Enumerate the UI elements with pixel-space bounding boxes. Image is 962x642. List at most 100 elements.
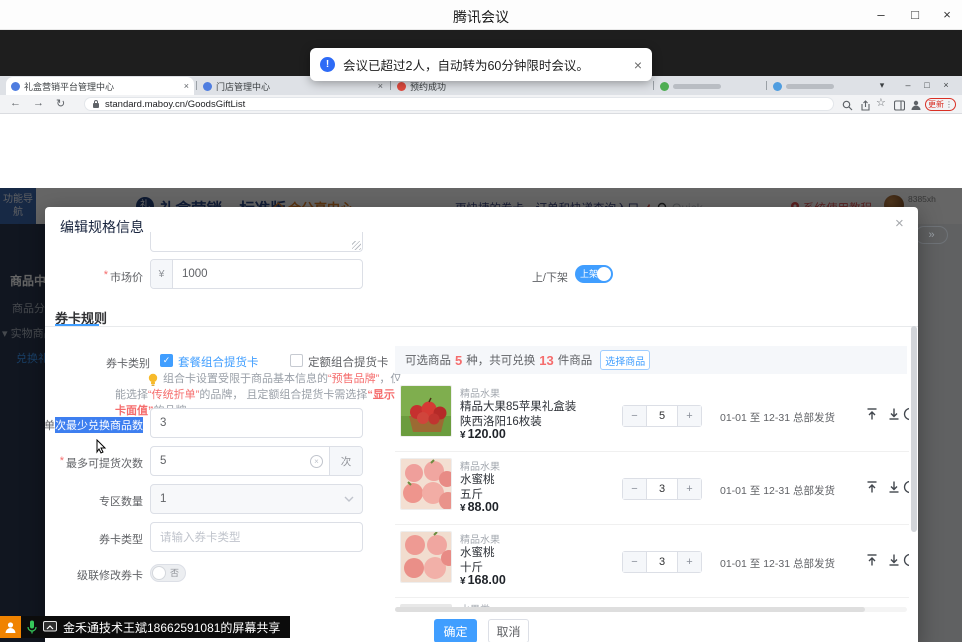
currency-symbol: ¥	[460, 576, 466, 587]
zone-count-label: 专区数量	[45, 493, 143, 509]
move-to-top-icon[interactable]	[865, 480, 879, 494]
minus-button[interactable]: −	[623, 479, 646, 499]
max-pick-field[interactable]: 5 × 次	[150, 446, 363, 476]
currency-symbol: ¥	[460, 503, 466, 514]
dialog-close-icon[interactable]: ×	[895, 215, 904, 232]
plus-button[interactable]: +	[678, 406, 701, 426]
update-label: 更新	[928, 99, 944, 110]
tab-divider	[45, 326, 918, 327]
window-minimize-icon[interactable]: –	[866, 0, 896, 30]
browser-close-icon[interactable]: ×	[938, 78, 954, 93]
pool-items-count: 13	[539, 353, 553, 368]
browser-window: 礼盒营销平台管理中心 × 门店管理中心 × 预约成功	[0, 76, 962, 610]
confirm-button[interactable]: 确定	[434, 619, 477, 642]
tab-favicon	[397, 82, 406, 91]
move-to-bottom-icon[interactable]	[887, 480, 901, 494]
clock-icon[interactable]	[903, 480, 909, 494]
checkbox-combo-card-label[interactable]: 套餐组合提货卡	[178, 354, 259, 370]
double-chevron-icon: »	[928, 229, 934, 241]
tab-search-chevron-icon[interactable]: ▾	[874, 78, 890, 93]
zoom-icon[interactable]	[842, 98, 856, 111]
meeting-notification: ! 会议已超过2人，自动转为60分钟限时会议。 ×	[310, 48, 652, 81]
quantity-value[interactable]: 3	[646, 479, 678, 499]
toggle-knob	[597, 267, 611, 281]
select-goods-button[interactable]: 选择商品	[600, 350, 650, 370]
card-type-field[interactable]: 请输入券卡类型	[150, 522, 363, 552]
move-to-bottom-icon[interactable]	[887, 407, 901, 421]
checkbox-combo-card-checked[interactable]: ✓	[160, 354, 173, 367]
notification-text: 会议已超过2人，自动转为60分钟限时会议。	[343, 55, 628, 74]
label-text: 市场价	[110, 269, 143, 285]
currency-prefix: ¥	[151, 260, 173, 288]
back-icon[interactable]: ←	[10, 97, 21, 109]
forward-icon[interactable]: →	[33, 97, 44, 109]
scrollbar-thumb[interactable]	[395, 607, 865, 612]
browser-toolbar: ← → ↻ standard.maboy.cn/GoodsGiftList ☆ …	[0, 95, 962, 114]
tab-favicon	[773, 82, 782, 91]
plus-button[interactable]: +	[678, 552, 701, 572]
dialog-scrollbar-thumb[interactable]	[911, 326, 917, 532]
move-to-bottom-icon[interactable]	[887, 553, 901, 567]
product-name: 水蜜桃	[460, 544, 495, 560]
product-row: 精品水果 精品大果85苹果礼盒装 陕西洛阳16枚装 ¥120.00 − 5 + …	[395, 381, 909, 452]
market-price-field[interactable]: ¥ 1000	[150, 259, 363, 289]
share-status: 金禾通技术王斌18662591081的屏幕共享	[21, 616, 290, 638]
move-to-top-icon[interactable]	[865, 407, 879, 421]
notification-close-icon[interactable]: ×	[634, 57, 642, 73]
browser-tab-4[interactable]	[655, 77, 760, 95]
toggle-knob	[152, 566, 166, 580]
tab-close-icon[interactable]: ×	[378, 81, 383, 91]
meeting-titlebar: 腾讯会议 – □ ×	[0, 0, 962, 30]
chevron-down-icon	[344, 496, 354, 502]
share-icon[interactable]	[860, 98, 874, 111]
zone-count-select[interactable]: 1	[150, 484, 363, 514]
bookmark-star-icon[interactable]: ☆	[876, 96, 890, 109]
plus-button[interactable]: +	[678, 479, 701, 499]
cascade-toggle[interactable]: 否	[150, 564, 186, 582]
screen-share-bar: 金禾通技术王斌18662591081的屏幕共享	[0, 616, 290, 638]
ship-source: 总部发货	[793, 483, 835, 498]
product-row: 精品水果 水蜜桃 五斤 ¥88.00 − 3 + 01-01 至 12-31 总…	[395, 454, 909, 525]
description-textarea-partial[interactable]	[150, 232, 363, 252]
clear-input-icon[interactable]: ×	[310, 455, 323, 468]
min-exchange-field[interactable]: 3	[150, 408, 363, 438]
clock-icon[interactable]	[903, 407, 909, 421]
reload-icon[interactable]: ↻	[56, 97, 65, 110]
tab-favicon	[203, 82, 212, 91]
shelf-label: 上/下架	[503, 269, 568, 285]
resize-grip-icon[interactable]	[352, 241, 361, 250]
quantity-value[interactable]: 5	[646, 406, 678, 426]
clock-icon[interactable]	[903, 553, 909, 567]
admin-page: 礼 礼盒营销 – 标准版 合分享中心 更快捷的券卡、订单和快递查询入口 Quic…	[0, 188, 962, 642]
browser-tab-5[interactable]	[768, 77, 868, 95]
label-text-selected: 次最少兑换商品数	[55, 417, 143, 433]
checkbox-fixed-card-label[interactable]: 定额组合提货卡	[308, 354, 389, 370]
product-image-apples	[400, 385, 452, 437]
minus-button[interactable]: −	[623, 406, 646, 426]
tab-close-icon[interactable]: ×	[184, 81, 189, 91]
cancel-button[interactable]: 取消	[488, 619, 529, 642]
minus-button[interactable]: −	[623, 552, 646, 572]
window-close-icon[interactable]: ×	[932, 0, 962, 30]
horizontal-scrollbar[interactable]	[395, 607, 907, 612]
label-text: 最多可提货次数	[66, 455, 143, 471]
drawer-expand-button[interactable]: »	[915, 226, 948, 244]
url-bar[interactable]: standard.maboy.cn/GoodsGiftList	[84, 97, 834, 111]
move-to-top-icon[interactable]	[865, 553, 879, 567]
product-price: ¥168.00	[460, 573, 506, 587]
tab-separator	[653, 81, 654, 90]
quantity-value[interactable]: 3	[646, 552, 678, 572]
shelf-toggle[interactable]: 上架	[575, 265, 613, 283]
checkbox-fixed-card-unchecked[interactable]	[290, 354, 303, 367]
browser-maximize-icon[interactable]: □	[919, 78, 935, 93]
price-value: 120.00	[468, 427, 506, 441]
profile-icon[interactable]	[910, 98, 924, 111]
browser-tab-active[interactable]: 礼盒营销平台管理中心 ×	[6, 77, 194, 95]
required-asterisk: *	[60, 455, 64, 471]
card-type-placeholder: 请输入券卡类型	[151, 529, 362, 545]
hint-red-term: “预售品牌”	[328, 373, 379, 385]
chrome-update-button[interactable]: 更新 ⋮	[925, 98, 956, 111]
browser-minimize-icon[interactable]: –	[900, 78, 916, 93]
side-panel-icon[interactable]	[894, 98, 908, 111]
window-maximize-icon[interactable]: □	[900, 0, 930, 30]
